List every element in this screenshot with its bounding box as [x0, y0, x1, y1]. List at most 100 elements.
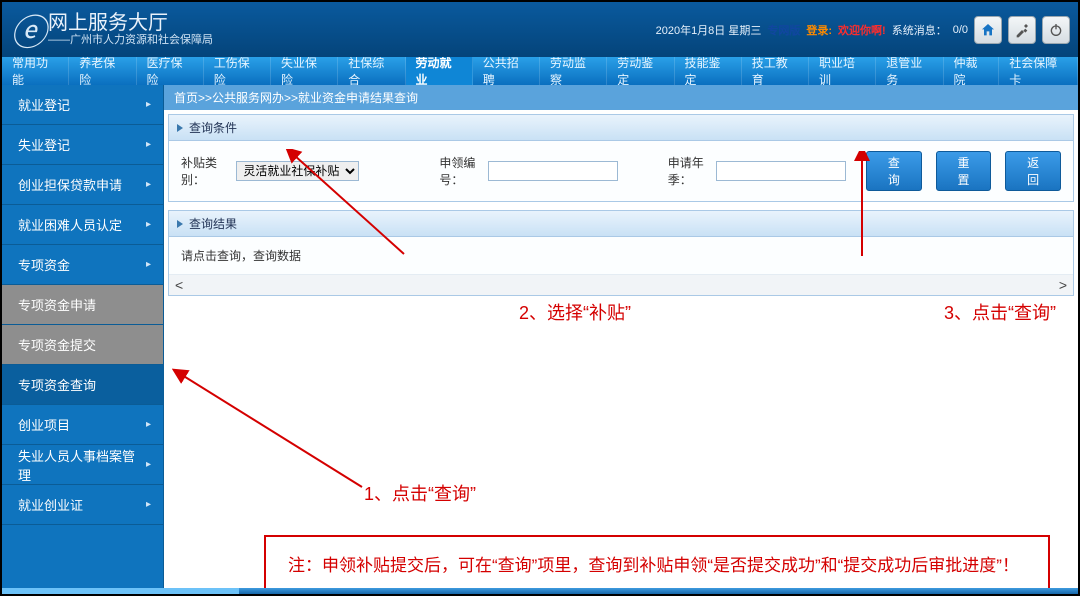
sidebar-item-2[interactable]: 创业担保贷款申请 ▸: [2, 165, 163, 205]
app-header: ⓔ 网上服务大厅 ——广州市人力资源和社会保障局 2020年1月8日 星期三 专…: [2, 2, 1078, 57]
logo-icon: ⓔ: [10, 4, 46, 56]
query-panel-title: 查询条件: [189, 119, 237, 136]
nav-item-1[interactable]: 养老保险: [69, 57, 136, 85]
sidebar-item-label: 失业登记: [18, 135, 70, 154]
apply-year-field: 申请年季：: [668, 154, 846, 188]
nav-item-6[interactable]: 劳动就业: [406, 57, 473, 85]
subsidy-select[interactable]: 灵活就业社保补贴: [236, 161, 359, 181]
scrollbar-thumb[interactable]: [2, 588, 239, 594]
tools-button[interactable]: [1008, 16, 1036, 44]
result-panel-title: 查询结果: [189, 215, 237, 232]
nav-item-2[interactable]: 医疗保险: [137, 57, 204, 85]
apply-no-input[interactable]: [488, 161, 618, 181]
query-panel: 查询条件 补贴类别： 灵活就业社保补贴 申领编号： 申请年季：: [168, 114, 1074, 202]
chevron-right-icon: ▸: [146, 459, 151, 470]
sidebar-item-label: 失业人员人事档案管理: [18, 446, 146, 484]
nav-item-3[interactable]: 工伤保险: [204, 57, 271, 85]
sidebar-item-label: 就业创业证: [18, 495, 83, 514]
breadcrumb: 首页>>公共服务网办>>就业资金申请结果查询: [164, 85, 1078, 110]
header-right: 2020年1月8日 星期三 专网版 登录: 欢迎你啊! 系统消息： 0/0: [656, 16, 1070, 44]
chevron-right-icon: ▸: [146, 99, 151, 110]
result-scrollbar: < >: [169, 275, 1073, 295]
login-label: 登录:: [806, 22, 832, 38]
sidebar-item-7[interactable]: 专项资金查询: [2, 365, 163, 405]
app-subtitle: ——广州市人力资源和社会保障局: [48, 34, 213, 46]
sysmsg-count: 0/0: [953, 24, 968, 36]
sidebar-item-4[interactable]: 专项资金 ▸: [2, 245, 163, 285]
scroll-left-icon[interactable]: <: [175, 277, 183, 293]
caret-right-icon: [177, 124, 183, 132]
wrench-icon: [1014, 22, 1030, 38]
query-form: 补贴类别： 灵活就业社保补贴 申领编号： 申请年季： 查 询 重 置 返 回: [169, 141, 1073, 201]
sidebar-item-label: 就业登记: [18, 95, 70, 114]
sidebar-item-label: 专项资金提交: [18, 335, 96, 354]
chevron-right-icon: ▸: [146, 219, 151, 230]
nav-item-11[interactable]: 技工教育: [742, 57, 809, 85]
scroll-right-icon[interactable]: >: [1059, 277, 1067, 293]
chevron-right-icon: ▸: [146, 259, 151, 270]
reset-button[interactable]: 重 置: [936, 151, 992, 191]
action-buttons: 查 询 重 置 返 回: [866, 151, 1061, 191]
nav-item-10[interactable]: 技能鉴定: [675, 57, 742, 85]
header-date: 2020年1月8日 星期三: [656, 22, 762, 38]
sidebar-item-5[interactable]: 专项资金申请: [2, 285, 163, 325]
bottom-scrollbar[interactable]: [2, 588, 1078, 594]
nav-item-14[interactable]: 仲裁院: [944, 57, 1000, 85]
apply-no-label: 申领编号：: [439, 154, 483, 188]
result-panel: 查询结果 请点击查询，查询数据 < >: [168, 210, 1074, 296]
sidebar-item-label: 专项资金查询: [18, 375, 96, 394]
sidebar-item-8[interactable]: 创业项目 ▸: [2, 405, 163, 445]
sidebar-item-label: 就业困难人员认定: [18, 215, 122, 234]
nav-item-0[interactable]: 常用功能: [2, 57, 69, 85]
apply-year-input[interactable]: [716, 161, 846, 181]
sidebar-item-label: 专项资金: [18, 255, 70, 274]
nav-item-9[interactable]: 劳动鉴定: [607, 57, 674, 85]
back-button[interactable]: 返 回: [1005, 151, 1061, 191]
logo: ⓔ 网上服务大厅 ——广州市人力资源和社会保障局: [2, 4, 213, 56]
sidebar: 就业登记▸失业登记▸创业担保贷款申请▸就业困难人员认定▸专项资金▸专项资金申请专…: [2, 85, 164, 588]
sidebar-item-10[interactable]: 就业创业证 ▸: [2, 485, 163, 525]
result-panel-head: 查询结果: [169, 211, 1073, 237]
result-empty-message: 请点击查询，查询数据: [169, 237, 1073, 275]
sidebar-item-0[interactable]: 就业登记 ▸: [2, 85, 163, 125]
top-navbar: 常用功能养老保险医疗保险工伤保险失业保险社保综合劳动就业公共招聘劳动监察劳动鉴定…: [2, 57, 1078, 85]
annotation-1: 1、点击“查询”: [364, 480, 476, 506]
sidebar-item-label: 专项资金申请: [18, 295, 96, 314]
sidebar-item-label: 创业项目: [18, 415, 70, 434]
query-panel-head: 查询条件: [169, 115, 1073, 141]
nav-item-7[interactable]: 公共招聘: [473, 57, 540, 85]
sidebar-item-3[interactable]: 就业困难人员认定 ▸: [2, 205, 163, 245]
subsidy-label: 补贴类别：: [181, 154, 232, 188]
chevron-right-icon: ▸: [146, 419, 151, 430]
chevron-right-icon: ▸: [146, 179, 151, 190]
chevron-right-icon: ▸: [146, 139, 151, 150]
nav-item-8[interactable]: 劳动监察: [540, 57, 607, 85]
sidebar-item-6[interactable]: 专项资金提交: [2, 325, 163, 365]
sidebar-item-1[interactable]: 失业登记 ▸: [2, 125, 163, 165]
sidebar-item-9[interactable]: 失业人员人事档案管理▸: [2, 445, 163, 485]
arrow-1: [172, 367, 372, 495]
nav-item-15[interactable]: 社会保障卡: [999, 57, 1078, 85]
header-version: 专网版: [767, 22, 800, 38]
welcome-text: 欢迎你啊!: [838, 22, 886, 38]
power-button[interactable]: [1042, 16, 1070, 44]
query-button[interactable]: 查 询: [866, 151, 922, 191]
chevron-right-icon: ▸: [146, 499, 151, 510]
sysmsg-label: 系统消息：: [892, 22, 947, 38]
subsidy-field: 补贴类别： 灵活就业社保补贴: [181, 154, 359, 188]
home-button[interactable]: [974, 16, 1002, 44]
apply-no-field: 申领编号：: [439, 154, 617, 188]
content-area: 首页>>公共服务网办>>就业资金申请结果查询 查询条件 补贴类别： 灵活就业社保…: [164, 85, 1078, 588]
annotation-3: 3、点击“查询”: [944, 299, 1056, 325]
nav-item-13[interactable]: 退管业务: [876, 57, 943, 85]
home-icon: [980, 22, 996, 38]
sidebar-item-label: 创业担保贷款申请: [18, 175, 122, 194]
caret-right-icon: [177, 220, 183, 228]
nav-item-12[interactable]: 职业培训: [809, 57, 876, 85]
power-icon: [1048, 22, 1064, 38]
nav-item-5[interactable]: 社保综合: [338, 57, 405, 85]
apply-year-label: 申请年季：: [668, 154, 712, 188]
nav-item-4[interactable]: 失业保险: [271, 57, 338, 85]
app-title: 网上服务大厅: [48, 12, 213, 34]
note-box: 注：申领补贴提交后，可在“查询”项里，查询到补贴申领“是否提交成功”和“提交成功…: [264, 535, 1050, 592]
